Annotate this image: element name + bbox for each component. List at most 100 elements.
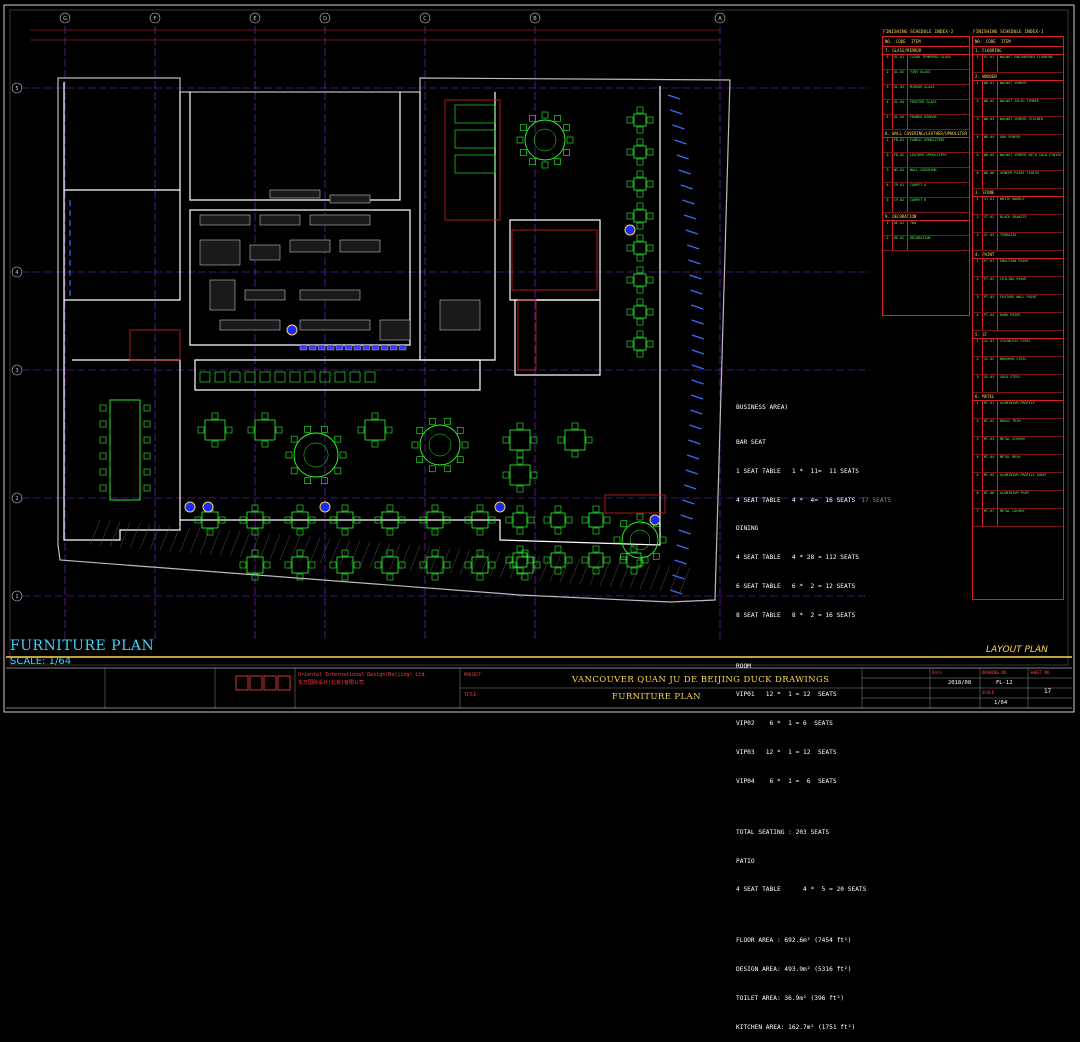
dining-chair — [502, 471, 510, 479]
dining-table — [633, 113, 647, 127]
dining-chair — [275, 426, 283, 434]
layout-plan-label: LAYOUT PLAN — [986, 645, 1048, 655]
schedule-row: 4 GL-04 FROSTED GLASS — [883, 100, 969, 115]
schedule-code: DE-02 — [893, 236, 908, 250]
schedule-row: 2 DE-02 DECORATION — [883, 236, 969, 251]
dining-4: 4 SEAT TABLE 4 * 28 = 112 SEATS — [736, 554, 859, 562]
schedule-item: WALL COVERING — [910, 168, 937, 172]
schedule-no: 1 — [973, 55, 983, 72]
schedule-row: 6 WD-06 VENEER PAINT FINISH — [973, 171, 1063, 189]
schedule-2-col-item: ITEM — [911, 39, 921, 44]
vip-chair — [99, 436, 107, 444]
grid-label-row: 4 — [15, 270, 18, 276]
bar-stool — [244, 371, 256, 383]
dining-chair — [530, 471, 538, 479]
schedule-row: 1 PT-01 EMULSION PAINT — [973, 259, 1063, 277]
schedule-row: 3 PT-03 FEATURE WALL PAINT — [973, 295, 1063, 313]
schedule-item: BLACK GRANITE — [1000, 215, 1027, 219]
date-label: Date — [932, 670, 942, 675]
schedule-row: 1 DE-01 TBA — [883, 221, 969, 236]
schedule-no: 3 — [973, 233, 983, 250]
schedule-2-header: NO. CODE ITEM — [883, 37, 969, 47]
facade-window — [689, 274, 702, 280]
facade-window — [680, 184, 693, 190]
schedule-no: 1 — [883, 221, 893, 235]
schedule-item: EMULSION PAINT — [1000, 259, 1029, 263]
schedule-2-col-code: CODE — [896, 39, 906, 44]
facade-window — [686, 244, 700, 250]
round-table-chair — [304, 426, 311, 433]
dining-chair — [636, 106, 644, 114]
schedule-code: CP-01 — [893, 183, 908, 197]
facade-window — [690, 409, 703, 415]
round-table-chair — [541, 161, 549, 169]
dining-chair — [646, 148, 654, 156]
kitchen-fixture — [299, 344, 308, 351]
facade-window — [680, 514, 693, 520]
dining-chair — [571, 450, 579, 458]
facade-window — [670, 109, 683, 115]
facade-window — [688, 259, 701, 265]
round-table-chair — [563, 149, 570, 156]
dining-chair — [353, 561, 361, 569]
dining-chair — [554, 567, 562, 575]
dining-table — [633, 241, 647, 255]
schedule-row: 2 SS-02 BRUSHED STEEL — [973, 357, 1063, 375]
grid-label-col: D — [323, 16, 327, 22]
schedule-2-col-no: NO. — [885, 39, 893, 44]
dining-chair — [603, 556, 611, 564]
round-table-chair — [456, 427, 464, 434]
kitchen-fixture — [371, 344, 380, 351]
dining-chair — [386, 504, 394, 512]
vip01-row: VIP01 12 * 1 = 12 SEATS — [736, 691, 837, 699]
dining-chair — [431, 504, 439, 512]
schedule-item: DARK PAINT — [1000, 313, 1021, 317]
schedule-code: WC-01 — [893, 168, 908, 182]
schedule-no: 5 — [973, 153, 983, 170]
dining-chair — [431, 549, 439, 557]
schedule-item: FEATURE WALL PAINT — [1000, 295, 1037, 299]
dining-chair — [386, 573, 394, 581]
dining-chair — [636, 170, 644, 178]
vip-chair — [143, 436, 151, 444]
schedule-section: 7. GLASS/MIRROR — [883, 47, 969, 55]
schedule-1-title: FINISHING SCHEDULE INDEX-1 — [973, 30, 1044, 35]
round-table — [419, 424, 461, 466]
dining-table — [550, 552, 566, 568]
bar-seat-4: 4 SEAT TABLE 4 * 4= 16 SEATS 17 SEATS — [736, 496, 891, 506]
schedule-2-title: FINISHING SCHEDULE INDEX-2 — [883, 30, 954, 35]
grid-row-bubbles: 5 4 3 2 1 — [11, 82, 23, 602]
kitchen-unit — [379, 319, 411, 341]
kitchen-fixture — [380, 344, 389, 351]
kitchen-unit — [259, 214, 301, 226]
dining-chair — [225, 426, 233, 434]
schedule-code: WD-03 — [983, 117, 998, 134]
dining-chair — [571, 422, 579, 430]
schedule-no: 2 — [973, 215, 983, 232]
design-area: DESIGN AREA: 493.9m² (5316 ft²) — [736, 966, 852, 974]
bar-seat-1: 1 SEAT TABLE 1 * 11= 11 SEATS — [736, 467, 859, 475]
schedule-no: 3 — [973, 117, 983, 134]
booth-table — [454, 154, 496, 174]
round-table-chair — [541, 111, 549, 119]
dining-table — [588, 552, 604, 568]
kitchen-unit — [269, 189, 321, 199]
round-table-chair — [613, 536, 621, 544]
patio-heading: PATIO — [736, 857, 755, 865]
drawing-title: FURNITURE PLAN — [10, 638, 155, 654]
kitchen-unit — [339, 239, 381, 253]
dining-chair — [516, 485, 524, 493]
round-table-chair — [520, 149, 527, 156]
dining-chair — [581, 516, 589, 524]
drawing-scale: SCALE: 1/64 — [10, 656, 72, 667]
schedule-no: 2 — [973, 419, 983, 436]
dining-chair — [626, 148, 634, 156]
vip-chair — [99, 420, 107, 428]
page-number: 17 — [1044, 688, 1052, 695]
kitchen-unit — [289, 239, 331, 253]
schedule-no: 3 — [973, 437, 983, 454]
schedule-code: GL-05 — [893, 115, 908, 129]
schedule-section: 1. FLOORING — [973, 47, 1063, 55]
schedule-code: ST-03 — [983, 233, 998, 250]
round-table-chair — [529, 158, 536, 165]
